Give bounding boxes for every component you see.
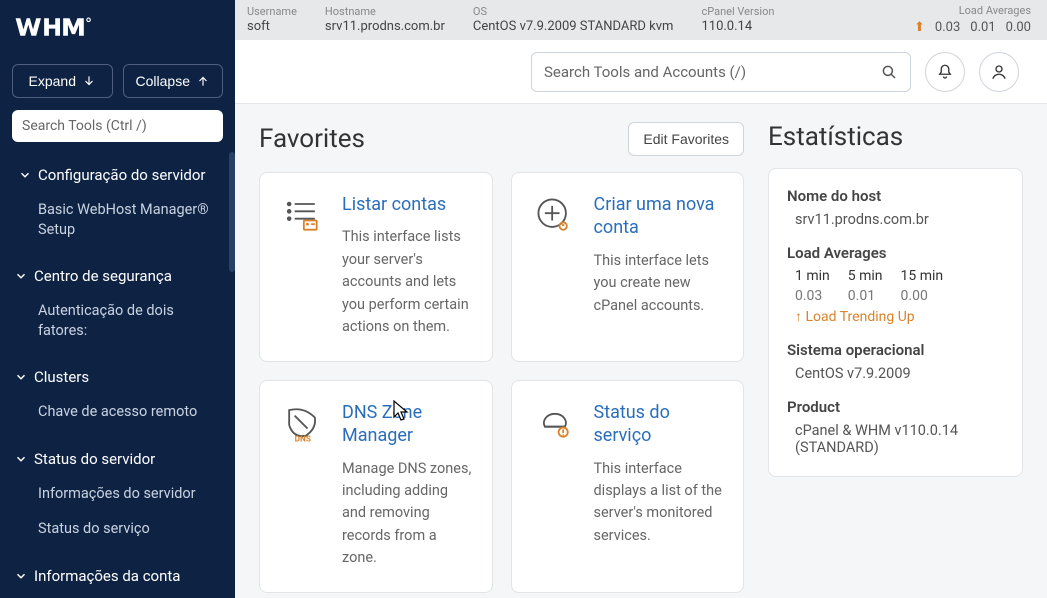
nav-label: Clusters [34, 368, 89, 386]
stats-column: Estatísticas Nome do host srv11.prodns.c… [768, 122, 1023, 477]
nav-item-2fa[interactable]: Autenticação de dois fatores: [0, 293, 235, 348]
info-hostname: Hostname srv11.prodns.com.br [325, 6, 445, 33]
chevron-down-icon [14, 569, 28, 583]
trend-up-text: ↑ Load Trending Up [795, 308, 1004, 325]
nav-item-server-info[interactable]: Informações do servidor [0, 476, 235, 512]
create-account-icon [532, 193, 576, 237]
card-service-status[interactable]: Status do serviço This interface display… [511, 380, 745, 593]
sidebar-search-input[interactable]: Search Tools (Ctrl /) [12, 110, 223, 142]
stat-product: Product cPanel & WHM v110.0.14 (STANDARD… [787, 398, 1004, 456]
stats-box: Nome do host srv11.prodns.com.br Load Av… [768, 168, 1023, 477]
nav-item-service-status[interactable]: Status do serviço [0, 511, 235, 547]
card-title: Criar uma nova conta [594, 193, 724, 240]
info-cpanel-version: cPanel Version 110.0.14 [701, 6, 774, 33]
arrow-up-icon [196, 74, 210, 88]
nav-item-basic-webhost-setup[interactable]: Basic WebHost Manager® Setup [0, 192, 235, 247]
expand-collapse-row: Expand Collapse [0, 56, 235, 110]
nav-item-remote-access-key[interactable]: Chave de acesso remoto [0, 394, 235, 430]
card-desc: This interface lists your server's accou… [342, 226, 472, 338]
account-button[interactable] [979, 52, 1019, 92]
stat-hostname: Nome do host srv11.prodns.com.br [787, 187, 1004, 228]
stat-os: Sistema operacional CentOS v7.9.2009 [787, 341, 1004, 382]
notifications-button[interactable] [925, 52, 965, 92]
expand-button[interactable]: Expand [12, 64, 113, 98]
chevron-down-icon [14, 370, 28, 384]
info-username: Username soft [247, 6, 297, 33]
user-icon [990, 63, 1008, 81]
nav-label: Informações da conta [34, 567, 180, 585]
nav-group-informacoes-conta[interactable]: Informações da conta [0, 559, 235, 593]
nav-group-centro-seguranca[interactable]: Centro de segurança [0, 259, 235, 293]
collapse-label: Collapse [136, 73, 190, 89]
top-info-bar: Username soft Hostname srv11.prodns.com.… [235, 0, 1047, 40]
service-status-icon [532, 401, 576, 445]
trend-up-icon: ⬆ [914, 20, 925, 35]
main-area: Username soft Hostname srv11.prodns.com.… [235, 0, 1047, 598]
bell-icon [936, 63, 954, 81]
dns-zone-icon: DNS [280, 401, 324, 445]
stats-title: Estatísticas [768, 122, 1023, 152]
search-placeholder: Search Tools and Accounts (/) [544, 63, 880, 81]
card-title: Status do serviço [594, 401, 724, 448]
chevron-down-icon [14, 269, 28, 283]
logo-area [0, 0, 235, 56]
card-desc: This interface displays a list of the se… [594, 458, 724, 548]
nav-group-status-servidor[interactable]: Status do servidor [0, 442, 235, 476]
nav-group-clusters[interactable]: Clusters [0, 360, 235, 394]
whm-logo [14, 12, 129, 42]
card-dns-zone-manager[interactable]: DNS DNS Zone Manager Manage DNS zones, i… [259, 380, 493, 593]
sidebar: Expand Collapse Search Tools (Ctrl /) Co… [0, 0, 235, 598]
favorites-column: Favorites Edit Favorites [259, 122, 744, 593]
content: Favorites Edit Favorites [235, 104, 1047, 598]
sidebar-nav: Configuração do servidor Basic WebHost M… [0, 152, 235, 598]
favorites-title: Favorites [259, 124, 365, 154]
arrow-down-icon [82, 74, 96, 88]
collapse-button[interactable]: Collapse [123, 64, 224, 98]
card-list-accounts[interactable]: Listar contas This interface lists your … [259, 172, 493, 362]
nav-label: Centro de segurança [34, 267, 172, 285]
toolbar: Search Tools and Accounts (/) [235, 40, 1047, 104]
nav-label: Status do servidor [34, 450, 155, 468]
chevron-down-icon [14, 452, 28, 466]
edit-favorites-button[interactable]: Edit Favorites [628, 122, 744, 156]
nav-group-config-servidor[interactable]: Configuração do servidor [0, 158, 235, 192]
svg-text:DNS: DNS [295, 434, 311, 444]
sidebar-search-placeholder: Search Tools (Ctrl /) [22, 118, 147, 134]
stat-load-averages: Load Averages 1 min0.03 5 min0.01 15 min… [787, 244, 1004, 325]
info-load-averages: Load Averages ⬆ 0.03 0.01 0.00 [914, 5, 1031, 34]
card-desc: This interface lets you create new cPane… [594, 250, 724, 317]
card-title: Listar contas [342, 193, 472, 216]
card-title: DNS Zone Manager [342, 401, 472, 448]
sidebar-scrollbar[interactable] [229, 152, 235, 272]
global-search-input[interactable]: Search Tools and Accounts (/) [531, 52, 911, 92]
chevron-down-icon [18, 168, 32, 182]
info-os: OS CentOS v7.9.2009 STANDARD kvm [473, 6, 674, 33]
expand-label: Expand [29, 73, 76, 89]
search-icon [880, 63, 898, 81]
card-desc: Manage DNS zones, including adding and r… [342, 458, 472, 570]
nav-label: Configuração do servidor [38, 166, 206, 184]
card-create-account[interactable]: Criar uma nova conta This interface lets… [511, 172, 745, 362]
list-accounts-icon [280, 193, 324, 237]
